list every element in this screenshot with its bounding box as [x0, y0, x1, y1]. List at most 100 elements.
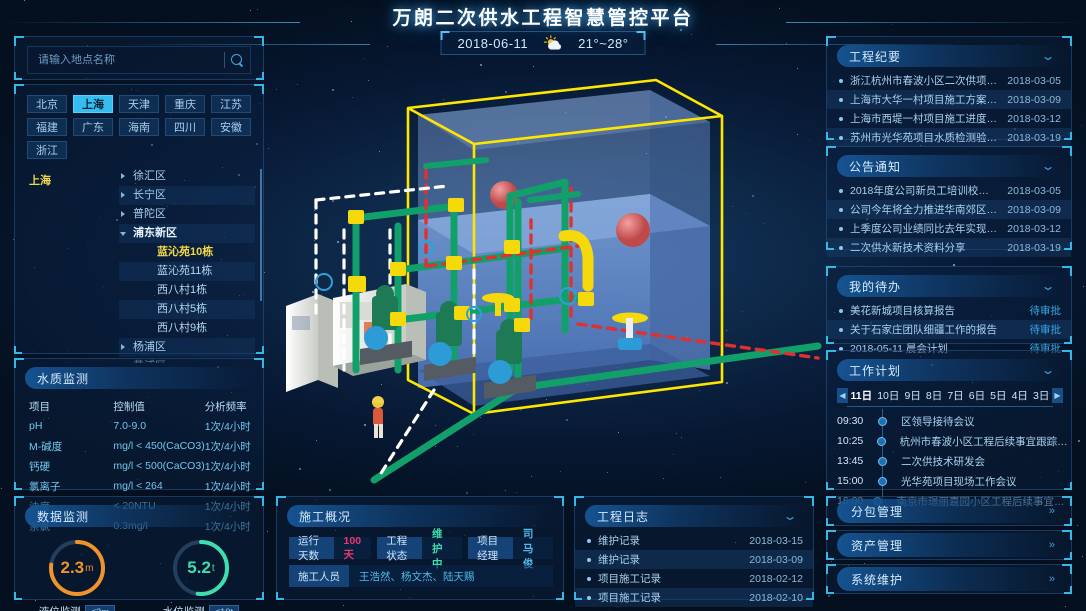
list-item[interactable]: 上季度公司业绩同比去年实现48%的增长 2018-03-12 [827, 219, 1071, 238]
day-tab-2[interactable]: 9日 [904, 388, 920, 403]
chevron-down-icon[interactable]: ⌄ [782, 510, 797, 522]
schedule-item-3[interactable]: 15:00 光华苑项目现场工作会议 [827, 471, 1071, 491]
city-chip-3[interactable]: 重庆 [165, 95, 205, 113]
tree-leaf-3-4[interactable]: 西八村9栋 [119, 319, 255, 338]
tree-scrollbar[interactable] [260, 169, 262, 301]
tree-node-3[interactable]: 浦东新区 [119, 224, 255, 243]
list-text: 公司今年将全力推进华南郊区项目开发 [850, 202, 999, 217]
list-item[interactable]: 上海市大华一村项目施工方案审核通过 2018-03-09 [827, 90, 1071, 109]
list-text: 浙江杭州市春波小区二次供项目验收通过 [850, 73, 999, 88]
collapsed-panel-header-2[interactable]: 系统维护 » [837, 567, 1061, 591]
list-item[interactable]: 项目施工记录 2018-02-12 [575, 569, 813, 588]
wq-row: M-碱度 mg/l < 450(CaCO3) 1次/4小时 [29, 436, 251, 456]
construction-field-1: 工程状态 维护中 [377, 537, 462, 559]
city-chip-9[interactable]: 安徽 [211, 118, 251, 136]
gauge-label-1: 水位监测≤10t [163, 604, 239, 611]
city-chip-4[interactable]: 江苏 [211, 95, 251, 113]
city-chip-7[interactable]: 海南 [119, 118, 159, 136]
chevron-down-icon[interactable]: ⌄ [1040, 280, 1055, 292]
list-item[interactable]: 浙江杭州市春波小区二次供项目验收通过 2018-03-05 [827, 71, 1071, 90]
list-item[interactable]: 维护记录 2018-03-15 [575, 531, 813, 550]
pump-room-3d-scene[interactable] [278, 70, 824, 490]
float-ball-2 [616, 213, 650, 247]
day-tab-7[interactable]: 4日 [1012, 388, 1028, 403]
list-item[interactable]: 2018年度公司新员工培训校式顺利举行 2018-03-05 [827, 181, 1071, 200]
tree-node-0[interactable]: 徐汇区 [119, 167, 255, 186]
city-chip-0[interactable]: 北京 [27, 95, 67, 113]
list-item[interactable]: 项目施工记录 2018-02-10 [575, 588, 813, 607]
staff-label: 施工人员 [289, 565, 349, 587]
wq-freq: 1次/4小时 [205, 476, 251, 496]
header-flank-right [716, 44, 966, 45]
city-chip-1[interactable]: 上海 [73, 95, 113, 113]
list-item[interactable]: 关于石家庄团队细疆工作的报告 待审批 [827, 320, 1071, 339]
tree-leaf-3-2[interactable]: 西八村1栋 [119, 281, 255, 300]
tree-node-1[interactable]: 长宁区 [119, 186, 255, 205]
collapsed-panel-0[interactable]: 分包管理 » [826, 496, 1072, 526]
list-date: 2018-02-12 [749, 573, 803, 585]
tree-leaf-3-0[interactable]: 蓝沁苑10栋 [119, 243, 255, 262]
tree-leaf-3-3[interactable]: 西八村5栋 [119, 300, 255, 319]
wq-row: 氯离子 mg/l < 264 1次/4小时 [29, 476, 251, 496]
list-date: 2018-03-15 [749, 535, 803, 547]
day-tab-5[interactable]: 6日 [969, 388, 985, 403]
list-item[interactable]: 公司今年将全力推进华南郊区项目开发 2018-03-09 [827, 200, 1071, 219]
todo-header: 我的待办 ⌄ [837, 275, 1061, 297]
data-monitor-panel: 数据监测 2.3m 液位监测≤3m 5.2t 水位监测≤10t [14, 496, 264, 600]
tree-node-label: 普陀区 [133, 208, 166, 220]
city-chip-5[interactable]: 福建 [27, 118, 67, 136]
city-chip-6[interactable]: 广东 [73, 118, 113, 136]
city-chip-2[interactable]: 天津 [119, 95, 159, 113]
double-chevron-right-icon[interactable]: » [1049, 573, 1053, 585]
double-chevron-right-icon[interactable]: » [1049, 505, 1053, 517]
day-tab-3[interactable]: 8日 [926, 388, 942, 403]
region-tree: 上海 徐汇区 长宁区普陀区浦东新区 蓝沁苑10栋 蓝沁苑11栋 西八村1栋 西八村5栋 西八… [15, 167, 263, 363]
chevron-right-icon[interactable]: ▶ [1052, 388, 1063, 403]
day-selector: ◀ 11日 10日 9日 8日 7日 6日 5日 4日 3日 ▶ [827, 385, 1071, 403]
list-text: 二次供水新技术资料分享 [850, 240, 999, 255]
work-plan-panel: 工作计划 ⌄ ◀ 11日 10日 9日 8日 7日 6日 5日 4日 3日 ▶ 09:30 区领导… [826, 350, 1072, 490]
tree-selected-city[interactable]: 上海 [27, 167, 119, 188]
schedule-item-0[interactable]: 09:30 区领导接待会议 [827, 411, 1071, 431]
bullet-icon [587, 539, 591, 543]
chevron-down-icon[interactable]: ⌄ [1040, 160, 1055, 172]
tree-node-2[interactable]: 普陀区 [119, 205, 255, 224]
day-tab-8[interactable]: 3日 [1033, 388, 1049, 403]
notice-header: 公告通知 ⌄ [837, 155, 1061, 177]
staff-value: 王浩然、杨文杰、陆天赐 [349, 565, 553, 587]
gauge-number: 2.3 [60, 558, 84, 578]
tree-leaf-3-1[interactable]: 蓝沁苑11栋 [119, 262, 255, 281]
day-tab-4[interactable]: 7日 [947, 388, 963, 403]
list-item[interactable]: 上海市西堤一村项目施工进度完成80% 2018-03-12 [827, 109, 1071, 128]
header-flank-left [120, 44, 370, 45]
collapsed-panel-1[interactable]: 资产管理 » [826, 530, 1072, 560]
todo-title: 我的待办 [849, 278, 901, 295]
schedule-item-2[interactable]: 13:45 二次供技术研发会 [827, 451, 1071, 471]
schedule-dot-icon [877, 437, 886, 446]
list-item[interactable]: 美花新城项目核算报告 待审批 [827, 301, 1071, 320]
list-date: 2018-03-12 [1007, 223, 1061, 235]
day-tab-0[interactable]: 11日 [851, 388, 873, 403]
schedule-item-1[interactable]: 10:25 杭州市春波小区工程后续事宜跟踪确认 [827, 431, 1071, 451]
list-item[interactable]: 维护记录 2018-03-09 [575, 550, 813, 569]
water-quality-title: 水质监测 [37, 370, 89, 387]
tree-node-4[interactable]: 杨浦区 [119, 338, 255, 357]
collapsed-panel-header-0[interactable]: 分包管理 » [837, 499, 1061, 523]
bullet-icon [587, 596, 591, 600]
list-item[interactable]: 苏州市光华苑项目水质检测验收通过 2018-03-19 [827, 128, 1071, 147]
list-text: 苏州市光华苑项目水质检测验收通过 [850, 130, 999, 145]
city-chip-10[interactable]: 浙江 [27, 141, 67, 159]
collapsed-panel-2[interactable]: 系统维护 » [826, 564, 1072, 594]
collapsed-panel-header-1[interactable]: 资产管理 » [837, 533, 1061, 557]
day-tab-6[interactable]: 5日 [990, 388, 1006, 403]
chevron-down-icon[interactable]: ⌄ [1040, 364, 1055, 376]
double-chevron-right-icon[interactable]: » [1049, 539, 1053, 551]
wq-col-0: 项目 [29, 396, 113, 416]
chevron-left-icon[interactable]: ◀ [837, 388, 848, 403]
day-tab-1[interactable]: 10日 [877, 388, 899, 403]
data-monitor-header: 数据监测 [25, 505, 253, 527]
list-text: 2018年度公司新员工培训校式顺利举行 [850, 183, 999, 198]
list-item[interactable]: 二次供水新技术资料分享 2018-03-19 [827, 238, 1071, 257]
city-chip-8[interactable]: 四川 [165, 118, 205, 136]
list-date: 2018-03-09 [749, 554, 803, 566]
